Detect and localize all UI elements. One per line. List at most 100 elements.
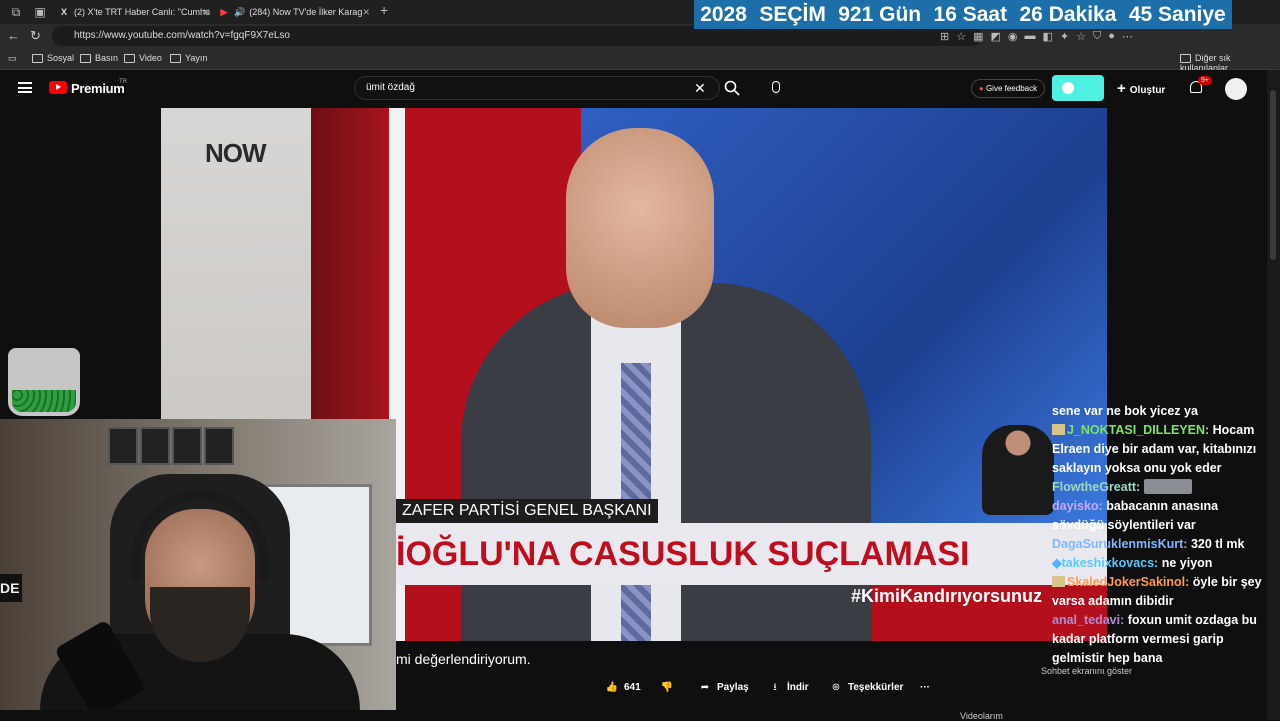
extension-icon[interactable]: ◉ [1008,30,1018,43]
folder-icon [32,54,43,64]
workspaces-icon[interactable]: ⧉ [8,4,24,20]
chat-username: FlowtheGreatt: [1052,480,1141,494]
chat-message: FlowtheGreatt: [1052,478,1267,497]
bookmark-label: Basın [95,53,119,63]
folder-icon [80,54,91,64]
shield-icon[interactable]: ⛉ [1093,30,1101,43]
bookmark-folder[interactable]: Sosyal [32,53,74,64]
video-caption: mi değerlendiriyorum. [396,651,531,667]
more-actions-button[interactable]: ··· [920,678,930,698]
chat-message: sene var ne bok yicez ya [1052,402,1267,421]
lower-third-hashtag: #KimiKandırıyorsunuz [851,586,1043,606]
emote-icon [1144,479,1193,494]
super-thanks-icon: ⊛ [831,682,841,693]
chat-message: J_NOKTASI_DILLEYEN: Hocam Elraen diye bi… [1052,421,1267,478]
sign-language-interpreter [982,425,1054,515]
election-countdown: 2028 SEÇİM 921 Gün 16 Saat 26 Dakika 45 … [694,0,1232,29]
thumbs-up-icon: 👍 [605,682,619,693]
streamer-webcam: DE [0,419,396,710]
webcam-sign: DE [0,574,22,602]
show-chat-toggle[interactable]: Sohbet ekranını göster [1041,666,1132,676]
create-button[interactable]: + Oluştur [1117,80,1165,97]
youtube-icon: ▶ [220,7,228,17]
close-icon[interactable]: ✕ [362,2,370,22]
chat-message: ◆takeshixkovacs: ne yiyon [1052,554,1267,573]
thumbs-down-icon: 👎 [660,682,674,693]
puzzle-icon[interactable]: ✦ [1060,30,1069,43]
browser-extensions: ⊞ ☆ ▦ ◩ ◉ ▬ ◧ ✦ ☆ ⛉ ● ⋯ [940,30,1133,43]
folder-icon [170,54,181,64]
like-button[interactable]: 👍 641 [605,678,641,698]
bookmark-folder[interactable]: Video [124,53,162,64]
extension-icon[interactable]: ◧ [1043,30,1053,43]
plus-icon: + [1117,80,1126,97]
microphone-icon[interactable] [772,81,780,93]
speaker-head [566,128,714,328]
new-tab-icon[interactable]: + [380,2,388,18]
star-icon[interactable]: ☆ [956,30,966,43]
address-input[interactable]: https://www.youtube.com/watch?v=fgqF9X7e… [52,26,982,46]
close-icon[interactable]: ✕ [202,2,210,22]
create-label: Oluştur [1129,85,1166,96]
chat-message: DagaSuruklenmisKurt: 320 tl mk [1052,535,1267,554]
youtube-logo-icon[interactable] [49,81,67,94]
chat-username: takeshixkovacs: [1061,556,1159,570]
region-code: TR [119,79,127,85]
back-icon[interactable]: ← [7,28,20,43]
scroll-thumb[interactable] [1270,90,1276,260]
chat-username: dayisko: [1052,499,1103,513]
chat-message: SkaledJokerSakinol: öyle bir şey varsa a… [1052,573,1267,611]
give-feedback-button[interactable]: ● Give feedback [971,79,1045,98]
chat-text: 320 tl mk [1190,537,1245,551]
reload-icon[interactable]: ↻ [30,28,41,44]
search-value: ümit özdağ [366,82,415,93]
menu-dots-icon[interactable]: ⋯ [1122,30,1133,43]
chat-username: anal_tedavi: [1052,613,1125,627]
countdown-days: 921 Gün [838,2,922,26]
tab-now-tv[interactable]: ▶ 🔊 (284) Now TV'de İlker Karag ✕ [218,2,370,22]
countdown-year: 2028 [700,2,747,26]
youtube-brand[interactable]: Premium [71,81,125,96]
profile-icon[interactable]: ● [1108,30,1115,43]
menu-icon[interactable] [18,82,32,93]
search-icon[interactable] [724,80,740,96]
bookmark-folder[interactable]: Basın [80,53,119,64]
folder-icon [124,54,135,64]
chat-text: sene var ne bok yicez ya [1052,404,1198,418]
share-icon: ➦ [700,682,710,693]
favorites-icon[interactable]: ☆ [1076,30,1086,43]
countdown-minutes: 26 Dakika [1019,2,1117,26]
download-button[interactable]: ⭳ İndir [768,678,808,698]
chat-message: anal_tedavi: foxun umit ozdaga bu kadar … [1052,611,1267,668]
extension-icon[interactable]: ◩ [991,30,1001,43]
tab-actions-icon[interactable]: ▣ [32,4,48,20]
audio-icon[interactable]: 🔊 [234,7,245,17]
subscriber-badge-icon [1052,424,1065,435]
tab-trt-haber[interactable]: X (2) X'te TRT Haber Canlı: "Cumhu ✕ [58,2,210,22]
chat-message: dayisko: babacanın anasına sövdüğü söyle… [1052,497,1267,535]
bookmark-folder[interactable]: Yayın [170,53,208,64]
tab-title: (284) Now TV'de İlker Karag [249,7,363,17]
subscriber-badge-icon [1052,576,1065,587]
extension-toggle[interactable] [1052,75,1104,101]
x-logo-icon: X [60,7,67,17]
share-label: Paylaş [717,682,749,693]
extension-icon[interactable]: ▬ [1025,30,1036,43]
chat-username: DagaSuruklenmisKurt: [1052,537,1188,551]
share-button[interactable]: ➦ Paylaş [698,678,749,698]
reader-icon[interactable]: ⊞ [940,30,949,43]
thanks-label: Teşekkürler [848,682,904,693]
thanks-button[interactable]: ⊛ Teşekkürler [829,678,904,698]
search-input[interactable]: ümit özdağ [354,76,720,100]
dislike-button[interactable]: 👎 [660,678,679,698]
bookmark-manager-icon[interactable]: ▭ [8,53,17,64]
jar-fill [12,390,76,412]
countdown-event: SEÇİM [759,2,826,26]
chat-username: SkaledJokerSakinol: [1067,575,1190,589]
page-scrollbar[interactable] [1267,70,1280,720]
avatar[interactable] [1225,78,1247,100]
clear-search-icon[interactable]: ✕ [694,80,706,97]
bookmark-label: Yayın [185,53,208,63]
extension-icon[interactable]: ▦ [973,30,983,43]
diamond-badge-icon: ◆ [1052,556,1062,570]
